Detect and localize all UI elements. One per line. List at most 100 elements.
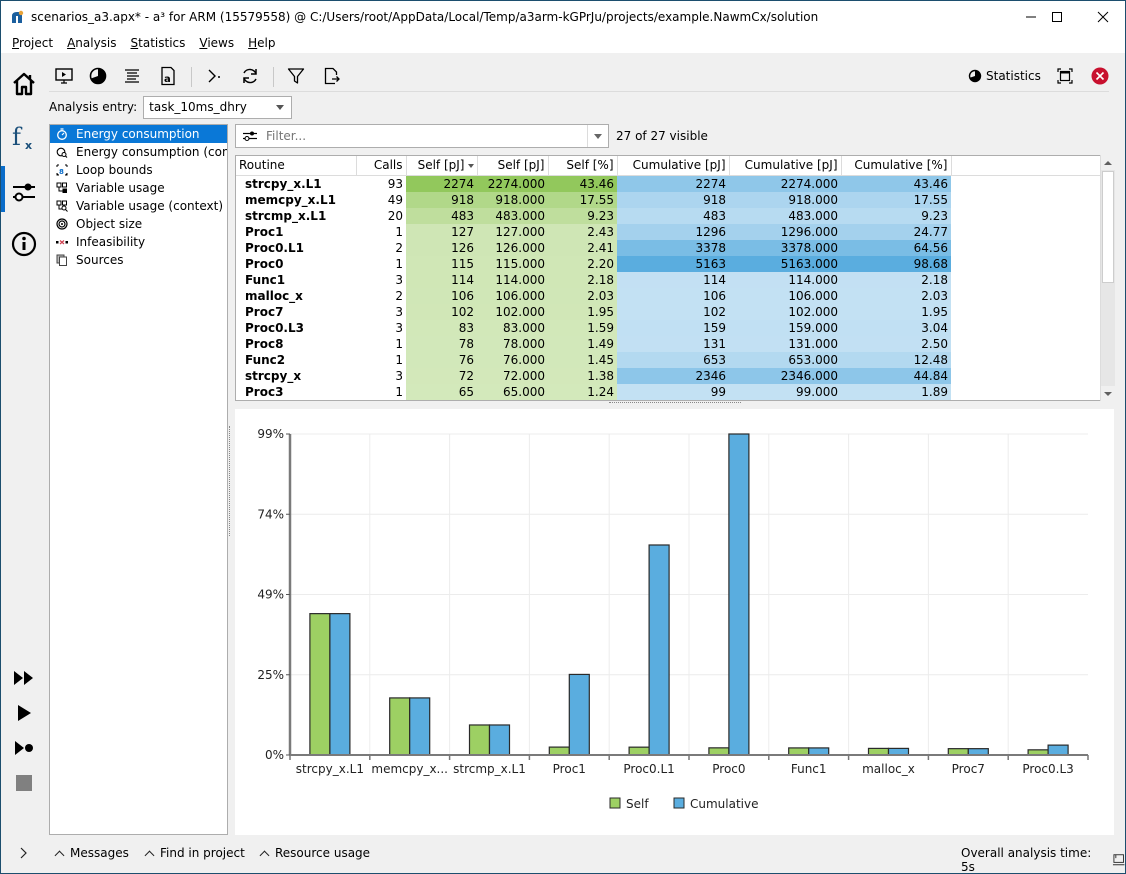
routine-table: Routine Calls Self [pJ] Self [pJ] Self [… xyxy=(235,155,1115,401)
cell-self-percent: 2.43 xyxy=(548,223,617,240)
bar-self xyxy=(708,747,730,756)
cell-calls: 1 xyxy=(395,336,403,351)
table-row[interactable]: malloc_x 2 106 106.000 2.03 106 106.000 2.03 xyxy=(236,287,1100,304)
cell-cumulative-pj-precise: 483.000 xyxy=(729,207,841,224)
monitor-icon[interactable] xyxy=(1112,853,1125,867)
run-to-breakpoint-icon[interactable] xyxy=(9,733,39,763)
cell-self-percent: 43.46 xyxy=(548,175,617,192)
nav-item-loop-bounds[interactable]: 8 Loop bounds xyxy=(50,161,227,179)
home-icon[interactable] xyxy=(9,69,39,99)
info-icon[interactable] xyxy=(9,229,39,259)
menu-views[interactable]: Views xyxy=(192,36,241,50)
table-row[interactable]: Proc1 1 127 127.000 2.43 1296 1296.000 24.77 xyxy=(236,223,1100,240)
scroll-down-button[interactable] xyxy=(1101,386,1115,401)
cell-self-pj-precise: 126.000 xyxy=(477,239,548,256)
table-row[interactable]: Proc3 1 65 65.000 1.24 99 99.000 1.89 xyxy=(236,383,1100,400)
column-header-calls[interactable]: Calls xyxy=(356,156,407,176)
scroll-thumb[interactable] xyxy=(1102,171,1114,283)
filter-input[interactable] xyxy=(264,128,564,144)
table-row[interactable]: strcpy_x 3 72 72.000 1.38 2346 2346.000 44.84 xyxy=(236,367,1100,384)
cell-self-pj: 127 xyxy=(406,223,477,240)
menu-help[interactable]: Help xyxy=(241,36,282,50)
column-header-self-pj-sorted[interactable]: Self [pJ] xyxy=(406,156,478,176)
nav-item-infeasibility[interactable]: Infeasibility xyxy=(50,233,227,251)
column-header-cumulative-percent[interactable]: Cumulative [%] xyxy=(841,156,952,176)
settings-slider-icon[interactable] xyxy=(9,177,39,207)
table-row[interactable]: strcmp_x.L1 20 483 483.000 9.23 483 483.000 9.2… xyxy=(236,207,1100,224)
text-align-icon[interactable] xyxy=(119,63,145,89)
messages-tab[interactable]: Messages xyxy=(54,846,129,860)
cell-self-percent: 2.41 xyxy=(548,239,617,256)
expand-panel-button[interactable] xyxy=(19,846,29,860)
side-splitter-handle[interactable] xyxy=(229,426,232,536)
nav-item-energy-consumption-context[interactable]: Energy consumption (con... xyxy=(50,143,227,161)
find-in-project-tab[interactable]: Find in project xyxy=(144,846,245,860)
statistics-button[interactable]: Statistics xyxy=(968,69,1041,83)
statistics-label: Statistics xyxy=(986,69,1041,83)
loop-bounds-icon: 8 xyxy=(55,163,69,177)
run-icon[interactable] xyxy=(9,698,39,728)
column-header-routine[interactable]: Routine xyxy=(236,156,357,176)
analysis-entry-select[interactable]: task_10ms_dhry xyxy=(143,95,293,119)
stop-icon[interactable] xyxy=(9,768,39,798)
maximize-button[interactable] xyxy=(1034,1,1080,32)
sort-descending-icon xyxy=(467,163,474,168)
cell-cumulative-pj-precise: 99.000 xyxy=(729,383,841,400)
cell-routine: Proc7 xyxy=(245,304,284,319)
table-row[interactable]: Func2 1 76 76.000 1.45 653 653.000 12.48 xyxy=(236,351,1100,368)
filter-dropdown-button[interactable] xyxy=(587,125,608,147)
left-rail: fx xyxy=(1,53,49,845)
column-header-cumulative-pj-precise[interactable]: Cumulative [pJ] xyxy=(729,156,842,176)
menu-project[interactable]: Project xyxy=(5,36,60,50)
column-header-self-pj[interactable]: Self [pJ] xyxy=(477,156,549,176)
close-window-button[interactable] xyxy=(1080,1,1126,32)
function-icon[interactable]: fx xyxy=(9,123,39,153)
table-row[interactable]: memcpy_x.L1 49 918 918.000 17.55 918 918.000 17… xyxy=(236,191,1100,208)
text-file-icon[interactable]: a xyxy=(155,63,181,89)
table-row[interactable]: Func1 3 114 114.000 2.18 114 114.000 2.18 xyxy=(236,271,1100,288)
nav-item-variable-usage[interactable]: Variable usage xyxy=(50,179,227,197)
nav-item-object-size[interactable]: Object size xyxy=(50,215,227,233)
column-header-cumulative-pj[interactable]: Cumulative [pJ] xyxy=(617,156,730,176)
refresh-icon[interactable] xyxy=(237,63,263,89)
table-row[interactable]: strcpy_x.L1 93 2274 2274.000 43.46 2274 2274.0… xyxy=(236,175,1100,192)
table-row[interactable]: Proc8 1 78 78.000 1.49 131 131.000 2.50 xyxy=(236,335,1100,352)
cell-calls: 3 xyxy=(395,272,403,287)
messages-label: Messages xyxy=(70,846,129,860)
close-view-icon[interactable] xyxy=(1090,66,1110,86)
cell-calls: 1 xyxy=(395,384,403,399)
chart-panel: strcpy_x.L1 memcpy_x... strcmp_x.L1 Proc1 Pr… xyxy=(235,409,1114,835)
step-icon[interactable] xyxy=(201,63,227,89)
pie-chart-icon[interactable] xyxy=(85,63,111,89)
presentation-icon[interactable] xyxy=(51,63,77,89)
cell-filler xyxy=(951,336,1100,352)
table-row[interactable]: Proc0.L1 2 126 126.000 2.41 3378 3378.000 64.56 xyxy=(236,239,1100,256)
scroll-up-button[interactable] xyxy=(1101,155,1115,170)
cell-self-pj: 2274 xyxy=(406,175,477,192)
cell-filler xyxy=(951,175,1100,192)
export-icon[interactable] xyxy=(319,63,345,89)
menu-analysis[interactable]: Analysis xyxy=(60,36,123,50)
filter-icon[interactable] xyxy=(283,63,309,89)
table-scrollbar[interactable] xyxy=(1100,155,1115,401)
resource-usage-tab[interactable]: Resource usage xyxy=(259,846,370,860)
nav-item-variable-usage-context[interactable]: Variable usage (context) xyxy=(50,197,227,215)
nav-item-energy-consumption[interactable]: Energy consumption xyxy=(50,125,227,143)
cell-cumulative-percent: 2.03 xyxy=(841,287,951,304)
column-header-self-percent[interactable]: Self [%] xyxy=(548,156,618,176)
x-tick-label: strcmp_x.L1 xyxy=(453,762,526,776)
maximize-view-icon[interactable] xyxy=(1055,66,1075,86)
analysis-time-text: Overall analysis time: 5s xyxy=(961,846,1092,874)
table-row[interactable]: Proc7 3 102 102.000 1.95 102 102.000 1.95 xyxy=(236,303,1100,320)
table-row[interactable]: Proc0.L3 3 83 83.000 1.59 159 159.000 3.04 xyxy=(236,319,1100,336)
filter-settings-icon[interactable] xyxy=(242,130,260,142)
splitter-handle[interactable] xyxy=(609,402,741,406)
nav-item-sources[interactable]: Sources xyxy=(50,251,227,269)
bar-self xyxy=(628,746,650,756)
nav-item-label: Object size xyxy=(76,217,143,231)
run-all-icon[interactable] xyxy=(9,663,39,693)
table-row[interactable]: Proc0 1 115 115.000 2.20 5163 5163.000 98.68 xyxy=(236,255,1100,272)
cell-cumulative-pj: 653 xyxy=(617,351,729,368)
cell-routine: Proc8 xyxy=(245,336,284,351)
menu-statistics[interactable]: Statistics xyxy=(124,36,193,50)
